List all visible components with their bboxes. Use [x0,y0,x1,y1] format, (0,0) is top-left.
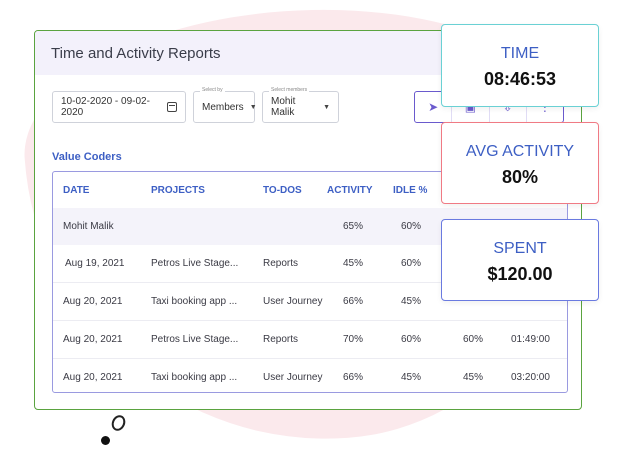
row-project: Petros Live Stage... [151,334,239,345]
time-label: TIME [500,45,540,62]
row-idle: 45% [401,372,422,383]
row-todo: User Journey [263,372,323,383]
group-idle: 60% [401,221,422,232]
row-time: 01:49:00 [511,334,550,345]
member-name: Mohit Malik [63,221,114,232]
row-todo: Reports [263,258,299,269]
date-range-value: 10-02-2020 - 09-02-2020 [61,96,150,118]
calendar-icon [167,102,177,112]
select-by-dropdown[interactable]: Select by Members ▼ [193,87,257,123]
row-todo: Reports [263,334,299,345]
table-row[interactable]: Aug 20, 2021 Petros Live Stage... Report… [53,321,567,359]
doodle-dot-icon [101,436,110,445]
table-row[interactable]: Aug 20, 2021 Taxi booking app ... User J… [53,359,567,392]
row-activity: 70% [343,334,364,345]
row-extra: 60% [463,334,484,345]
group-activity: 65% [343,221,364,232]
time-value: 08:46:53 [483,69,557,89]
select-members-value: Mohit Malik [271,96,296,118]
spent-value: $120.00 [487,264,553,284]
avg-activity-card: AVG ACTIVITY 80% [441,122,599,204]
col-todos[interactable]: TO-DOS [263,172,302,208]
select-by-value: Members [202,101,244,113]
col-idle[interactable]: IDLE % [393,172,427,208]
chevron-down-icon: ▼ [249,103,257,111]
col-projects[interactable]: PROJECTS [151,172,205,208]
row-idle: 60% [401,334,422,345]
doodle-ring-icon [109,413,128,433]
select-by-label: Select by [200,87,225,93]
row-idle: 45% [401,296,422,307]
page-title: Time and Activity Reports [51,44,221,62]
row-project: Taxi booking app ... [151,296,238,307]
time-card: TIME 08:46:53 [441,24,599,107]
chevron-down-icon: ▼ [323,103,330,111]
row-time: 03:20:00 [511,372,550,383]
spent-card: SPENT $120.00 [441,219,599,301]
row-project: Petros Live Stage... [151,258,239,269]
row-project: Taxi booking app ... [151,372,238,383]
select-members-dropdown[interactable]: Select members Mohit Malik ▼ [262,87,339,123]
row-date: Aug 19, 2021 [65,258,125,269]
row-date: Aug 20, 2021 [63,372,123,383]
select-members-label: Select members [269,87,310,93]
send-icon: ➤ [428,100,439,114]
row-todo: User Journey [263,296,323,307]
row-extra: 45% [463,372,484,383]
row-date: Aug 20, 2021 [63,296,123,307]
row-idle: 60% [401,258,422,269]
avg-activity-label: AVG ACTIVITY [465,143,575,160]
row-activity: 45% [343,258,364,269]
avg-activity-value: 80% [501,167,539,187]
section-label: Value Coders [52,151,122,163]
col-date[interactable]: DATE [63,172,89,208]
date-range-picker[interactable]: 10-02-2020 - 09-02-2020 [52,91,186,123]
col-activity[interactable]: ACTIVITY [327,172,373,208]
spent-label: SPENT [493,240,547,257]
row-date: Aug 20, 2021 [63,334,123,345]
row-activity: 66% [343,372,364,383]
row-activity: 66% [343,296,364,307]
